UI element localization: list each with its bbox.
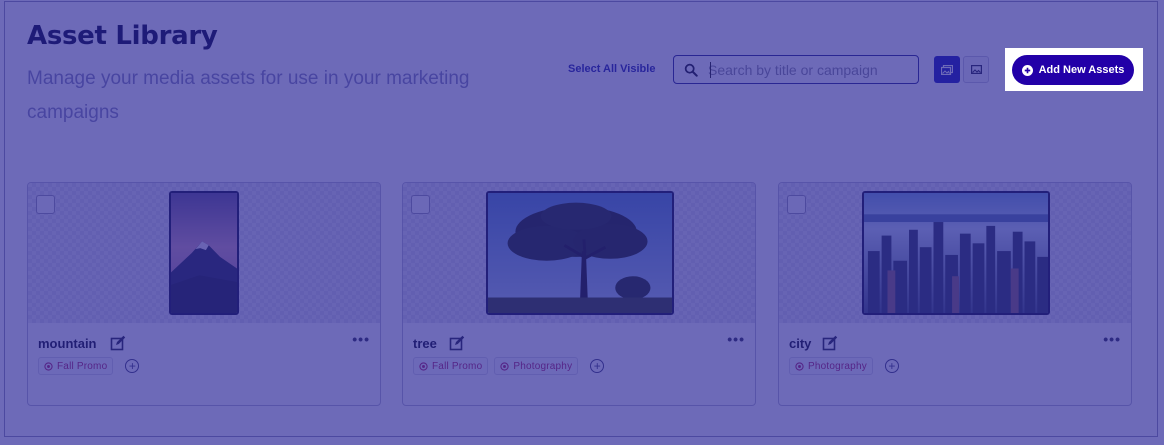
more-options-icon[interactable]: ••• bbox=[352, 331, 370, 347]
add-tag-icon[interactable]: + bbox=[125, 359, 140, 373]
page-title: Asset Library bbox=[27, 21, 218, 51]
search-box[interactable] bbox=[673, 55, 919, 84]
target-icon bbox=[419, 361, 428, 371]
page-subtitle: Manage your media assets for use in your… bbox=[27, 68, 470, 123]
asset-card-tree[interactable]: tree ••• Fall Promo Photography + bbox=[402, 182, 756, 406]
tag-badge[interactable]: Photography bbox=[494, 357, 579, 375]
target-icon bbox=[500, 361, 509, 371]
tag-badge[interactable]: Fall Promo bbox=[413, 357, 489, 375]
asset-title: city bbox=[789, 336, 812, 351]
gallery-view-icon bbox=[941, 64, 953, 75]
image-view-button[interactable] bbox=[963, 56, 989, 83]
edit-icon[interactable] bbox=[822, 335, 838, 351]
edit-icon[interactable] bbox=[110, 335, 126, 351]
add-tag-icon[interactable]: + bbox=[884, 359, 899, 373]
asset-select-checkbox[interactable] bbox=[787, 195, 806, 214]
spotlight-highlight: Add New Assets bbox=[1005, 48, 1143, 91]
tag-list: Fall Promo Photography + bbox=[413, 357, 605, 375]
more-options-icon[interactable]: ••• bbox=[1103, 331, 1121, 347]
asset-card-city[interactable]: city ••• Photography + bbox=[778, 182, 1132, 406]
tag-badge[interactable]: Photography bbox=[789, 357, 873, 375]
add-new-assets-label: Add New Assets bbox=[1038, 64, 1125, 76]
add-new-assets-button[interactable]: Add New Assets bbox=[1012, 55, 1134, 85]
edit-icon[interactable] bbox=[449, 335, 465, 351]
tag-label: Fall Promo bbox=[57, 360, 108, 372]
plus-circle-icon bbox=[1021, 64, 1033, 76]
search-icon bbox=[684, 63, 698, 77]
tag-list: Photography + bbox=[789, 357, 899, 375]
gallery-view-button[interactable] bbox=[934, 56, 960, 83]
add-tag-icon[interactable]: + bbox=[590, 359, 605, 373]
tag-label: Photography bbox=[808, 360, 867, 372]
more-options-icon[interactable]: ••• bbox=[727, 331, 745, 347]
target-icon bbox=[44, 361, 53, 371]
asset-select-checkbox[interactable] bbox=[36, 195, 55, 214]
tag-badge[interactable]: Fall Promo bbox=[38, 357, 114, 375]
text-caret bbox=[710, 62, 711, 78]
asset-title: mountain bbox=[38, 336, 97, 351]
asset-card-mountain[interactable]: mountain ••• Fall Promo + bbox=[27, 182, 381, 406]
mountain-photo[interactable] bbox=[169, 191, 239, 315]
city-photo[interactable] bbox=[862, 191, 1050, 315]
search-input[interactable] bbox=[708, 60, 908, 79]
tag-label: Photography bbox=[513, 360, 573, 372]
tree-photo[interactable] bbox=[486, 191, 674, 315]
asset-title: tree bbox=[413, 336, 437, 351]
tag-label: Fall Promo bbox=[432, 360, 483, 372]
target-icon bbox=[795, 361, 804, 371]
tag-list: Fall Promo + bbox=[38, 357, 140, 375]
image-view-icon bbox=[970, 65, 982, 74]
select-all-visible-link[interactable]: Select All Visible bbox=[568, 63, 655, 75]
asset-select-checkbox[interactable] bbox=[411, 195, 430, 214]
